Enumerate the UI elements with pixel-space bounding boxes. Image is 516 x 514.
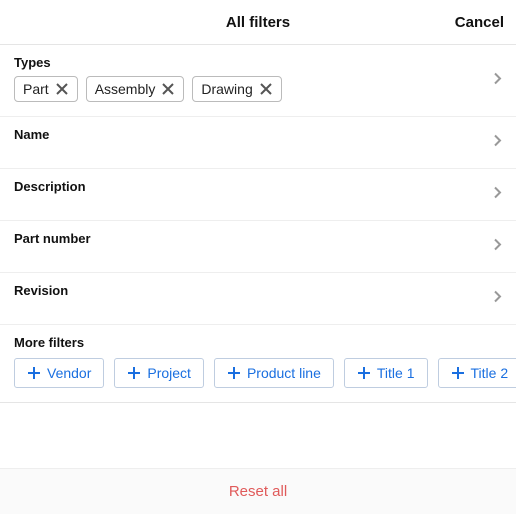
chip-label: Product line [247,365,321,381]
header: All filters Cancel [0,0,516,44]
revision-label: Revision [14,283,502,298]
add-filter-product-line[interactable]: Product line [214,358,334,388]
type-chip-part[interactable]: Part [14,76,78,102]
close-icon[interactable] [55,82,69,96]
chip-label: Title 2 [471,365,509,381]
description-label: Description [14,179,502,194]
add-filter-title-2[interactable]: Title 2 [438,358,516,388]
type-chip-drawing[interactable]: Drawing [192,76,281,102]
page-title: All filters [226,14,290,31]
types-chips: Part Assembly Drawing [14,76,502,102]
plus-icon [451,366,465,380]
description-section[interactable]: Description [0,169,516,221]
plus-icon [27,366,41,380]
divider [0,402,516,403]
name-label: Name [14,127,502,142]
chip-label: Part [23,81,49,97]
chip-label: Title 1 [377,365,415,381]
cancel-button[interactable]: Cancel [455,14,504,31]
types-section[interactable]: Types Part Assembly Drawing [0,45,516,117]
add-filter-vendor[interactable]: Vendor [14,358,104,388]
part-number-section[interactable]: Part number [0,221,516,273]
add-filter-title-1[interactable]: Title 1 [344,358,428,388]
plus-icon [127,366,141,380]
type-chip-assembly[interactable]: Assembly [86,76,185,102]
chip-label: Project [147,365,191,381]
more-filters-section: More filters Vendor Project Product line… [0,325,516,402]
plus-icon [227,366,241,380]
chevron-right-icon [492,71,502,90]
chip-label: Drawing [201,81,252,97]
more-filters-chips: Vendor Project Product line Title 1 Titl… [14,358,516,388]
chevron-right-icon [492,133,502,152]
plus-icon [357,366,371,380]
chevron-right-icon [492,237,502,256]
revision-section[interactable]: Revision [0,273,516,325]
chip-label: Assembly [95,81,156,97]
footer: Reset all [0,468,516,514]
name-section[interactable]: Name [0,117,516,169]
chevron-right-icon [492,185,502,204]
chevron-right-icon [492,289,502,308]
close-icon[interactable] [161,82,175,96]
chip-label: Vendor [47,365,91,381]
more-filters-label: More filters [14,335,516,350]
reset-all-button[interactable]: Reset all [229,483,287,500]
close-icon[interactable] [259,82,273,96]
types-label: Types [14,55,502,70]
part-number-label: Part number [14,231,502,246]
add-filter-project[interactable]: Project [114,358,204,388]
